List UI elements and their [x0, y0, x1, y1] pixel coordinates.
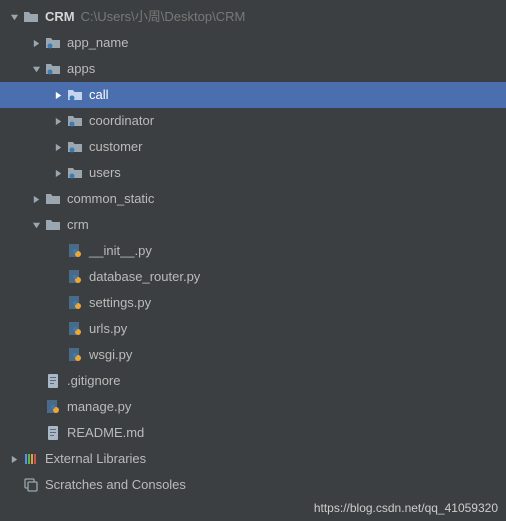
watermark: https://blog.csdn.net/qq_41059320 [314, 501, 498, 515]
tree-item-label: README.md [67, 420, 144, 446]
tree-row-database_router.py[interactable]: database_router.py [0, 264, 506, 290]
tree-item-label: customer [89, 134, 142, 160]
tree-row-Scratches and Consoles[interactable]: Scratches and Consoles [0, 472, 506, 498]
tree-row-__init__.py[interactable]: __init__.py [0, 238, 506, 264]
tree-row-wsgi.py[interactable]: wsgi.py [0, 342, 506, 368]
tree-item-label: apps [67, 56, 95, 82]
tree-row-settings.py[interactable]: settings.py [0, 290, 506, 316]
tree-row-CRM[interactable]: CRMC:\Users\小周\Desktop\CRM [0, 4, 506, 30]
package-icon [66, 138, 84, 156]
package-icon [66, 164, 84, 182]
pyfile-icon [66, 294, 84, 312]
tree-row-apps[interactable]: apps [0, 56, 506, 82]
chevron-down-icon[interactable] [6, 9, 22, 25]
folder-icon [44, 216, 62, 234]
tree-item-label: users [89, 160, 121, 186]
chevron-down-icon[interactable] [28, 217, 44, 233]
textfile-icon [44, 372, 62, 390]
chevron-right-icon[interactable] [50, 87, 66, 103]
root-path: C:\Users\小周\Desktop\CRM [81, 4, 246, 30]
tree-row-users[interactable]: users [0, 160, 506, 186]
tree-item-label: External Libraries [45, 446, 146, 472]
tree-item-label: __init__.py [89, 238, 152, 264]
tree-item-label: wsgi.py [89, 342, 132, 368]
tree-row-urls.py[interactable]: urls.py [0, 316, 506, 342]
root-name: CRM [45, 4, 75, 30]
chevron-right-icon[interactable] [50, 113, 66, 129]
tree-item-label: common_static [67, 186, 154, 212]
tree-row-.gitignore[interactable]: .gitignore [0, 368, 506, 394]
scratch-icon [22, 476, 40, 494]
tree-item-label: call [89, 82, 109, 108]
pyfile-icon [66, 268, 84, 286]
tree-item-label: coordinator [89, 108, 154, 134]
chevron-right-icon[interactable] [50, 165, 66, 181]
tree-row-coordinator[interactable]: coordinator [0, 108, 506, 134]
package-icon [66, 86, 84, 104]
tree-row-app_name[interactable]: app_name [0, 30, 506, 56]
chevron-right-icon[interactable] [28, 35, 44, 51]
chevron-right-icon[interactable] [28, 191, 44, 207]
tree-item-label: urls.py [89, 316, 127, 342]
project-tree[interactable]: CRMC:\Users\小周\Desktop\CRMapp_nameappsca… [0, 0, 506, 498]
pyfile-icon [66, 242, 84, 260]
tree-row-customer[interactable]: customer [0, 134, 506, 160]
textfile-icon [44, 424, 62, 442]
tree-item-label: crm [67, 212, 89, 238]
pyfile-icon [44, 398, 62, 416]
pyfile-icon [66, 346, 84, 364]
chevron-right-icon[interactable] [50, 139, 66, 155]
tree-item-label: settings.py [89, 290, 151, 316]
package-icon [66, 112, 84, 130]
chevron-right-icon[interactable] [6, 451, 22, 467]
package-icon [44, 60, 62, 78]
tree-item-label: .gitignore [67, 368, 120, 394]
tree-row-External Libraries[interactable]: External Libraries [0, 446, 506, 472]
tree-item-label: manage.py [67, 394, 131, 420]
tree-row-call[interactable]: call [0, 82, 506, 108]
chevron-down-icon[interactable] [28, 61, 44, 77]
folder-icon [44, 190, 62, 208]
tree-row-README.md[interactable]: README.md [0, 420, 506, 446]
tree-item-label: Scratches and Consoles [45, 472, 186, 498]
tree-row-manage.py[interactable]: manage.py [0, 394, 506, 420]
library-icon [22, 450, 40, 468]
folder-icon [22, 8, 40, 26]
tree-item-label: app_name [67, 30, 128, 56]
package-icon [44, 34, 62, 52]
tree-item-label: database_router.py [89, 264, 200, 290]
tree-row-crm[interactable]: crm [0, 212, 506, 238]
pyfile-icon [66, 320, 84, 338]
tree-row-common_static[interactable]: common_static [0, 186, 506, 212]
